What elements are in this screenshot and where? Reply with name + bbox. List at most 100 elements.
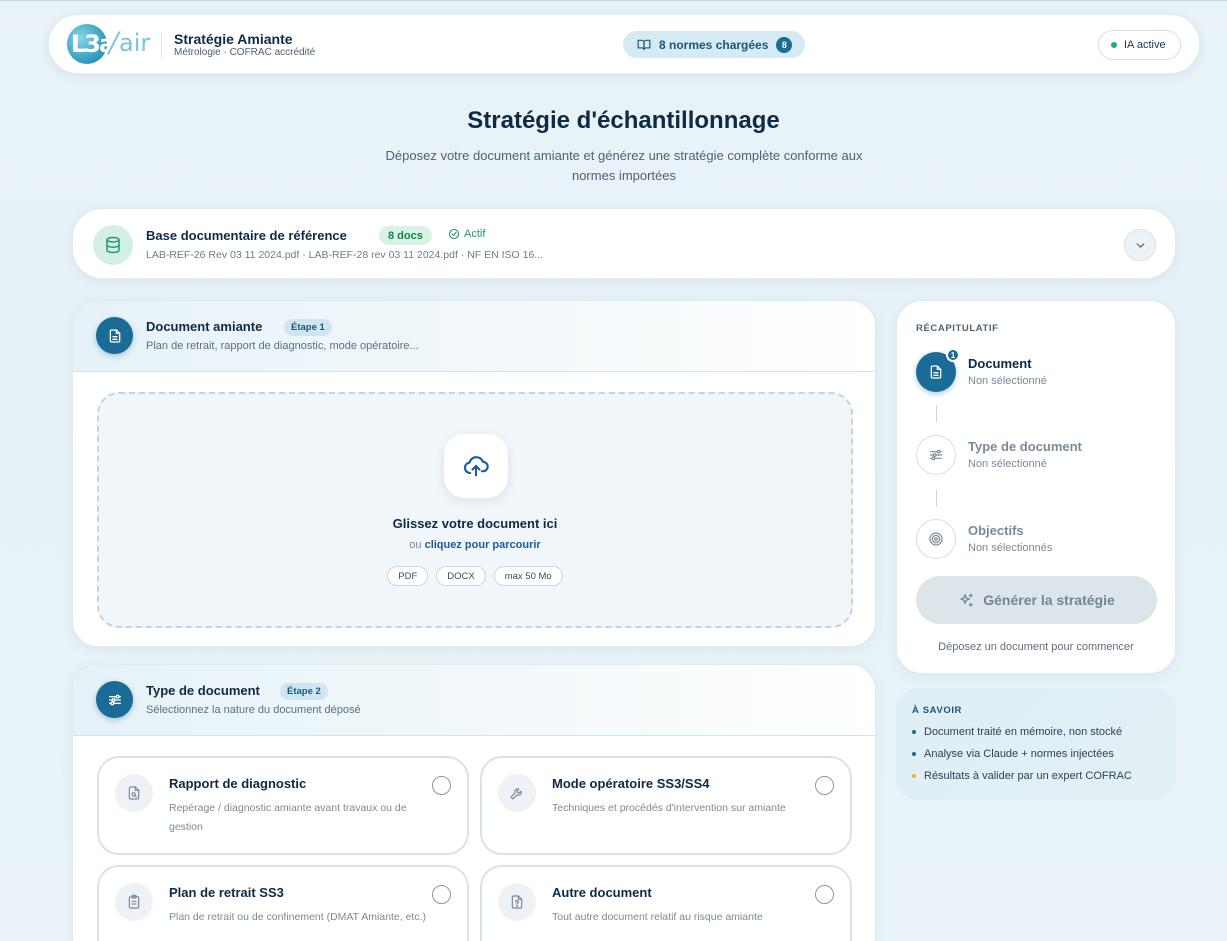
page-subtitle: Déposez votre document amiante et génére… [385, 148, 863, 183]
recap-step-title: Objectifs [968, 523, 1024, 538]
recap-panel: RÉCAPITULATIF 1 Document Non sélectionné… [896, 300, 1176, 674]
ia-status-pill: IA active [1098, 30, 1181, 60]
info-item-text: Analyse via Claude + normes injectées [924, 748, 1114, 760]
cloud-upload-icon [463, 456, 489, 477]
reference-base-card[interactable]: Base documentaire de référence 8 docs Ac… [72, 208, 1176, 279]
recap-heading: RÉCAPITULATIF [916, 323, 999, 334]
sparkles-icon [960, 592, 974, 607]
accepted-formats: PDF DOCX max 50 Mo [99, 566, 851, 586]
dropzone-or-text: ou [409, 539, 425, 551]
browse-link[interactable]: cliquez pour parcourir [425, 539, 541, 551]
reference-files-list: LAB-REF-26 Rev 03 11 2024.pdf · LAB-REF-… [146, 249, 544, 261]
option-radio[interactable] [815, 776, 834, 795]
logo-word: air [119, 29, 151, 57]
norms-loaded-pill[interactable]: 8 normes chargées 8 [623, 31, 805, 58]
step1-badge: Étape 1 [284, 319, 332, 336]
file-dropzone[interactable]: Glissez votre document ici ou cliquez po… [97, 392, 853, 628]
document-icon [96, 317, 133, 354]
recap-step-status: Non sélectionné [968, 375, 1047, 387]
format-chip-pdf: PDF [387, 566, 429, 586]
info-item: Analyse via Claude + normes injectées [912, 748, 1114, 760]
bullet-icon [912, 752, 916, 756]
app-title: Stratégie Amiante [174, 31, 293, 47]
clipboard-icon [115, 883, 153, 921]
database-icon [93, 225, 133, 265]
generate-hint: Déposez un document pour commencer [938, 641, 1134, 653]
upload-button[interactable] [444, 434, 508, 498]
chevron-down-icon [1136, 242, 1144, 248]
option-plan-retrait[interactable]: Plan de retrait SS3 Plan de retrait ou d… [97, 865, 469, 941]
generate-label: Générer la stratégie [983, 592, 1115, 608]
info-heading: À SAVOIR [912, 705, 963, 716]
target-icon [916, 519, 956, 559]
check-circle-icon [448, 228, 460, 240]
page-title: Stratégie d'échantillonnage [467, 107, 780, 134]
file-question-icon [498, 883, 536, 921]
info-item-text: Document traité en mémoire, non stocké [924, 726, 1123, 738]
active-status: Actif [448, 228, 485, 240]
step2-subtitle: Sélectionnez la nature du document dépos… [146, 704, 361, 716]
recap-step-document: 1 Document Non sélectionné [916, 348, 1156, 394]
status-dot-icon [1111, 42, 1117, 48]
option-title: Rapport de diagnostic [169, 776, 307, 791]
recap-step-type: Type de document Non sélectionné [916, 435, 1156, 477]
step2-document-type-card: Type de document Étape 2 Sélectionnez la… [72, 664, 876, 941]
option-description: Techniques et procédés d'intervention su… [552, 802, 786, 814]
option-description: Repérage / diagnostic amiante avant trav… [169, 802, 407, 833]
info-panel: À SAVOIR Document traité en mémoire, non… [896, 688, 1176, 800]
step-number-badge: 1 [946, 348, 960, 362]
option-radio[interactable] [432, 885, 451, 904]
expand-reference-button[interactable] [1124, 229, 1156, 261]
option-title: Plan de retrait SS3 [169, 885, 284, 900]
brand-logo[interactable]: L3a / air [67, 24, 151, 64]
app-subtitle: Métrologie · COFRAC accrédité [174, 47, 316, 58]
docs-count-badge: 8 docs [379, 226, 432, 245]
option-title: Autre document [552, 885, 652, 900]
step-connector [936, 490, 937, 507]
option-title: Mode opératoire SS3/SS4 [552, 776, 710, 791]
norms-label: 8 normes chargées [659, 37, 769, 52]
bullet-icon [912, 730, 916, 734]
book-open-icon [637, 39, 651, 50]
option-autre-document[interactable]: Autre document Tout autre document relat… [480, 865, 852, 941]
step1-document-card: Document amiante Étape 1 Plan de retrait… [72, 300, 876, 647]
step2-title: Type de document [146, 683, 260, 698]
step2-header: Type de document Étape 2 Sélectionnez la… [73, 665, 875, 736]
recap-step-objectifs: Objectifs Non sélectionnés [916, 519, 1156, 561]
generate-strategy-button[interactable]: Générer la stratégie [916, 576, 1157, 624]
format-chip-docx: DOCX [436, 566, 486, 586]
recap-step-status: Non sélectionnés [968, 542, 1053, 554]
option-radio[interactable] [432, 776, 451, 795]
dropzone-title: Glissez votre document ici [392, 516, 558, 531]
step1-header: Document amiante Étape 1 Plan de retrait… [73, 301, 875, 372]
logo-mark: L3a [71, 30, 115, 58]
reference-base-title: Base documentaire de référence [146, 228, 347, 243]
option-description: Plan de retrait ou de confinement (DMAT … [169, 911, 426, 923]
step1-title: Document amiante [146, 319, 263, 334]
top-header: L3a / air Stratégie Amiante Métrologie ·… [48, 14, 1200, 74]
warning-bullet-icon [912, 774, 916, 778]
option-description: Tout autre document relatif au risque am… [552, 911, 763, 923]
recap-step-title: Type de document [968, 439, 1082, 454]
sliders-icon [916, 435, 956, 475]
dropzone-subtitle: ou cliquez pour parcourir [99, 539, 851, 551]
file-search-icon [115, 774, 153, 812]
step-connector [936, 405, 937, 422]
logo-slash: / [109, 26, 119, 59]
wrench-icon [498, 774, 536, 812]
recap-step-title: Document [968, 356, 1032, 371]
option-rapport-diagnostic[interactable]: Rapport de diagnostic Repérage / diagnos… [97, 756, 469, 855]
active-status-label: Actif [464, 228, 486, 240]
step2-badge: Étape 2 [280, 683, 328, 700]
option-radio[interactable] [815, 885, 834, 904]
recap-step-status: Non sélectionné [968, 458, 1047, 470]
step1-subtitle: Plan de retrait, rapport de diagnostic, … [146, 340, 419, 352]
option-mode-operatoire[interactable]: Mode opératoire SS3/SS4 Techniques et pr… [480, 756, 852, 855]
info-item: Résultats à valider par un expert COFRAC [912, 770, 1132, 782]
ia-status-label: IA active [1124, 39, 1166, 51]
norms-count-badge: 8 [776, 36, 793, 53]
info-item: Document traité en mémoire, non stocké [912, 726, 1122, 738]
header-divider [161, 32, 162, 58]
info-item-text: Résultats à valider par un expert COFRAC [924, 770, 1132, 782]
sliders-icon [96, 681, 133, 718]
